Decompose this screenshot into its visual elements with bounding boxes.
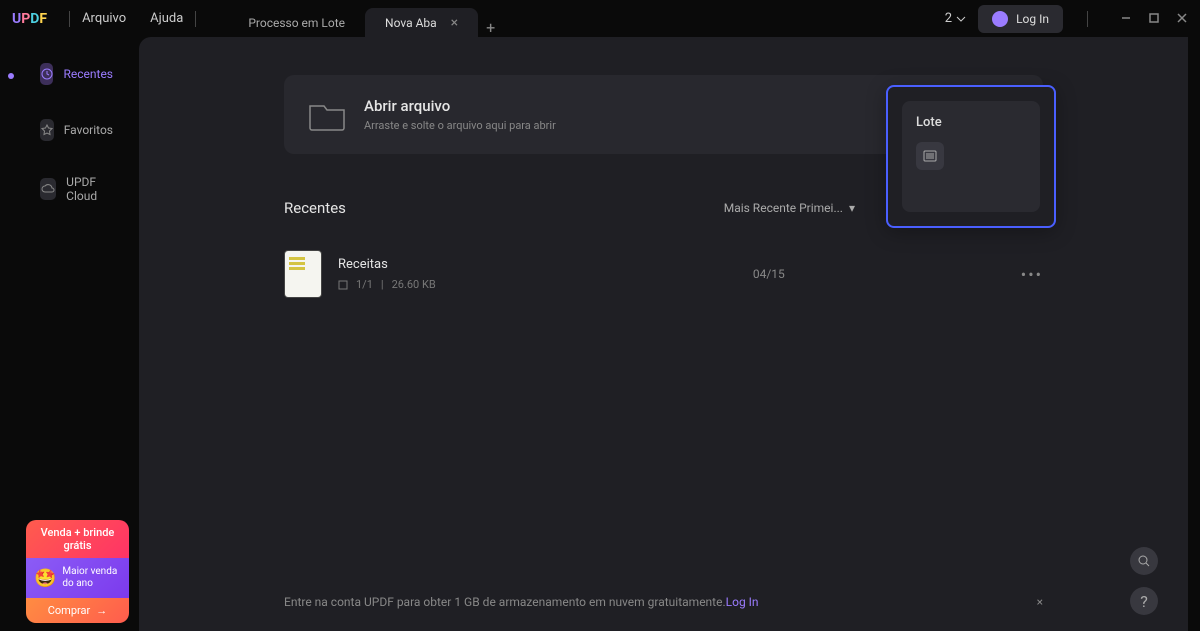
sidebar-item-label: Favoritos [64, 123, 113, 137]
float-buttons: ? [1130, 547, 1158, 615]
file-name: Receitas [338, 257, 638, 272]
main-menu: Arquivo Ajuda [82, 11, 183, 26]
login-label: Log In [1016, 12, 1049, 26]
app-logo: UPDF [12, 11, 47, 27]
scanner-icon[interactable] [916, 142, 944, 170]
sidebar-item-label: Recentes [63, 67, 113, 81]
tab-label: Nova Aba [385, 16, 437, 30]
promo-body: 🤩 Maior venda do ano [26, 558, 129, 598]
file-thumbnail [284, 250, 322, 298]
add-tab-button[interactable]: + [486, 18, 495, 37]
login-button[interactable]: Log In [978, 5, 1063, 33]
file-pages: 1/1 [356, 278, 373, 291]
counter-value: 2 [945, 11, 952, 26]
close-icon[interactable]: × [451, 15, 458, 31]
file-info: Receitas 1/1 | 26.60 KB [338, 257, 638, 291]
minimize-button[interactable] [1120, 9, 1132, 28]
window-controls [1120, 9, 1188, 28]
caret-down-icon: ▾ [849, 201, 855, 215]
open-subtitle: Arraste e solte o arquivo aqui para abri… [364, 119, 556, 132]
promo-text: Maior venda do ano [62, 566, 121, 590]
sidebar-item-cloud[interactable]: UPDF Cloud [32, 169, 121, 209]
lote-title: Lote [916, 115, 1026, 130]
sidebar: Recentes Favoritos UPDF Cloud Venda + br… [14, 37, 139, 631]
cloud-icon [40, 178, 56, 200]
divider [69, 11, 70, 27]
search-button[interactable] [1130, 547, 1158, 575]
star-icon [40, 119, 54, 141]
maximize-button[interactable] [1148, 9, 1160, 28]
main: Recentes Favoritos UPDF Cloud Venda + br… [0, 37, 1200, 631]
buy-button[interactable]: Comprar → [26, 598, 129, 623]
sidebar-item-label: UPDF Cloud [66, 175, 113, 203]
emoji-icon: 🤩 [34, 568, 56, 589]
tab-new[interactable]: Nova Aba × [365, 8, 478, 37]
tab-batch[interactable]: Processo em Lote [228, 8, 365, 37]
arrow-right-icon: → [96, 604, 107, 617]
divider [195, 11, 196, 27]
lote-inner: Lote [902, 101, 1040, 212]
divider [1087, 11, 1088, 27]
close-button[interactable] [1176, 9, 1188, 28]
indicator-dot [8, 73, 14, 79]
page-icon [338, 280, 348, 290]
file-size: 26.60 KB [392, 278, 436, 291]
counter-dropdown[interactable]: 2 [945, 11, 966, 26]
sidebar-item-favorites[interactable]: Favoritos [32, 113, 121, 147]
open-text: Abrir arquivo Arraste e solte o arquivo … [364, 97, 556, 132]
promo-header: Venda + brinde grátis [26, 520, 129, 558]
topbar: UPDF Arquivo Ajuda Processo em Lote Nova… [0, 0, 1200, 37]
content-area: Abrir arquivo Arraste e solte o arquivo … [139, 37, 1188, 631]
file-meta: 1/1 | 26.60 KB [338, 278, 638, 291]
promo-card: Venda + brinde grátis 🤩 Maior venda do a… [26, 520, 129, 623]
banner-text: Entre na conta UPDF para obter 1 GB de a… [284, 595, 726, 609]
sidebar-item-recent[interactable]: Recentes [32, 57, 121, 91]
recent-title: Recentes [284, 199, 346, 217]
login-banner: Entre na conta UPDF para obter 1 GB de a… [284, 595, 1043, 609]
close-icon[interactable]: × [1037, 595, 1043, 609]
clock-icon [40, 63, 53, 85]
sort-dropdown[interactable]: Mais Recente Primei... ▾ [724, 201, 855, 215]
menu-file[interactable]: Arquivo [82, 11, 126, 26]
buy-label: Comprar [48, 604, 90, 617]
more-button[interactable]: ••• [1021, 265, 1043, 284]
tab-bar: Processo em Lote Nova Aba × + [228, 0, 944, 37]
file-row[interactable]: Receitas 1/1 | 26.60 KB 04/15 ••• [284, 238, 1043, 310]
separator: | [381, 278, 384, 291]
help-button[interactable]: ? [1130, 587, 1158, 615]
right-controls: 2 Log In [945, 5, 1188, 33]
tab-label: Processo em Lote [248, 16, 345, 30]
folder-icon [308, 98, 346, 132]
file-date: 04/15 [753, 267, 785, 281]
avatar-icon [992, 11, 1008, 27]
banner-login-link[interactable]: Log In [726, 595, 759, 609]
chevron-down-icon [956, 16, 966, 22]
open-title: Abrir arquivo [364, 97, 556, 115]
lote-panel: Lote [886, 85, 1056, 228]
sort-label: Mais Recente Primei... [724, 201, 843, 215]
menu-help[interactable]: Ajuda [150, 11, 183, 26]
